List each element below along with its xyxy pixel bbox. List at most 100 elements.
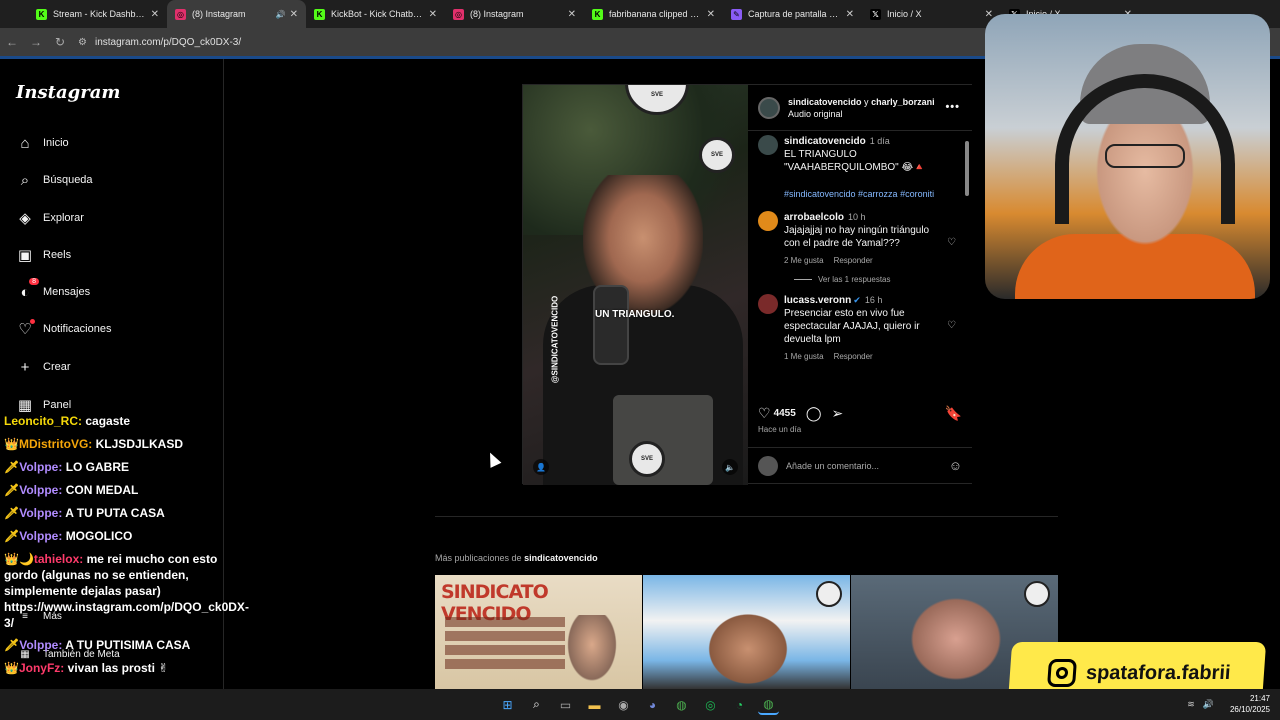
instagram-icon: ◎ (453, 8, 464, 20)
author-link[interactable]: sindicatovencido (788, 97, 862, 107)
sidebar-item-reels[interactable]: ▣ Reels (16, 246, 71, 264)
stamp-text-top: SVE (650, 92, 663, 98)
caption-user[interactable]: sindicatovencido (784, 136, 866, 147)
chat-badge: 🗡 (4, 529, 20, 543)
author-avatar[interactable] (758, 96, 780, 119)
browser-tab[interactable]: ✎ Captura de pantalla por L ✕ (723, 0, 862, 28)
view-replies-button[interactable]: Ver las 1 respuestas (794, 275, 958, 284)
whatsapp-icon[interactable]: ◔ (729, 694, 750, 715)
instagram-logo[interactable]: Instagram (16, 82, 120, 103)
sidebar-item-messenger[interactable]: ◐ 8 Mensajes (16, 278, 90, 301)
chat-username: JonyFz: (18, 661, 65, 675)
browser-tab[interactable]: K Stream - Kick Dashboard ✕ (28, 0, 167, 28)
comment-likes[interactable]: 1 Me gusta (784, 352, 824, 361)
close-tab-icon[interactable]: ✕ (846, 9, 854, 20)
volume-tray-icon[interactable]: 🔊 (1203, 699, 1214, 710)
search-icon[interactable]: ⌕ (526, 694, 547, 715)
caption-hashtags[interactable]: #sindicatovencido #carrozza #coroniti (784, 188, 944, 201)
comment-likes[interactable]: 2 Me gusta (784, 256, 824, 265)
more-post-thumb[interactable] (643, 575, 850, 689)
site-info-icon[interactable]: ⚙ (78, 37, 87, 48)
audio-label[interactable]: Audio original (788, 108, 935, 120)
file-explorer-icon[interactable]: ▬ (584, 694, 605, 715)
comment-like-icon[interactable]: ♡ (947, 320, 956, 331)
post-video[interactable]: SVE SVE SVE UN TRIANGULO. @SINDICATOVENC… (523, 85, 748, 485)
save-icon[interactable]: 🔖 (945, 405, 962, 422)
chat-message: 👑MDistritoVG: KLJSDJLKASD (4, 433, 226, 456)
comment-avatar[interactable] (758, 211, 778, 231)
back-icon[interactable]: ← (0, 35, 24, 49)
comment-input[interactable]: Añade un comentario... (786, 461, 949, 471)
close-tab-icon[interactable]: ✕ (707, 9, 715, 20)
comment-user[interactable]: arrobaelcolo (784, 212, 844, 223)
coauthor-link[interactable]: charly_borzani (871, 97, 935, 107)
chat-badge: 🗡 (4, 460, 20, 474)
sidebar-item-compass[interactable]: ◈ Explorar (16, 209, 84, 227)
reply-button[interactable]: Responder (834, 256, 873, 265)
wifi-icon[interactable]: ≋ (1187, 699, 1195, 710)
close-tab-icon[interactable]: ✕ (290, 9, 298, 20)
browser-tab[interactable]: ◎ (8) Instagram 🔊 ✕ (167, 0, 306, 28)
comments-scrollbar[interactable] (964, 131, 970, 393)
chat-badge: 👑 (4, 437, 19, 451)
reels-icon: ▣ (17, 247, 33, 264)
browser-tab[interactable]: ◎ (8) Instagram ✕ (445, 0, 584, 28)
comment-avatar[interactable] (758, 294, 778, 314)
chat-badge: 👑🌙 (4, 552, 34, 566)
chrome-icon[interactable]: ◍ (671, 694, 692, 715)
task-view-icon[interactable]: ▭ (555, 694, 576, 715)
home-icon: ⌂ (20, 134, 30, 152)
more-options-icon[interactable]: ••• (945, 101, 960, 113)
chat-badge: 🗡 (4, 638, 20, 652)
chrome-active-icon[interactable]: ◍ (758, 694, 779, 715)
browser-tab[interactable]: 𝕏Inicio / X✕ (862, 0, 1001, 28)
spotify-icon[interactable]: ◎ (700, 694, 721, 715)
close-tab-icon[interactable]: ✕ (568, 9, 576, 20)
chat-text: vivan las prosti ✌ (67, 661, 169, 675)
kick-icon: K (36, 8, 47, 20)
user-tag-icon[interactable]: 👤 (533, 459, 549, 475)
more-posts-user[interactable]: sindicatovencido (524, 553, 598, 563)
obs-icon[interactable]: ◉ (613, 694, 634, 715)
discord-icon[interactable]: ◕ (642, 694, 663, 715)
reload-icon[interactable]: ↻ (48, 35, 72, 49)
reply-button[interactable]: Responder (834, 352, 873, 361)
comment-like-icon[interactable]: ♡ (947, 237, 956, 248)
clock-time: 21:47 (1249, 694, 1270, 703)
like-icon[interactable]: ♡ (758, 405, 771, 422)
tab-audio-icon[interactable]: 🔊 (276, 10, 286, 19)
comment-time: 10 h (848, 212, 866, 222)
sidebar-item-plus[interactable]: + Crear (16, 358, 71, 376)
forward-icon[interactable]: → (24, 35, 48, 49)
like-count[interactable]: 4455 (774, 408, 796, 419)
close-tab-icon[interactable]: ✕ (151, 9, 159, 20)
more-post-thumb[interactable]: SINDICATO VENCIDO (435, 575, 642, 689)
comment-user[interactable]: lucass.veronn (784, 295, 851, 306)
unread-badge: 8 (29, 278, 39, 285)
scroll-thumb[interactable] (965, 141, 969, 196)
more-posts-title: Más publicaciones de sindicatovencido (435, 553, 598, 563)
url-field[interactable]: ⚙ instagram.com/p/DQO_ck0DX-3/ (78, 37, 241, 48)
taskbar-clock[interactable]: 21:47 26/10/2025 (1230, 693, 1270, 715)
close-tab-icon[interactable]: ✕ (429, 9, 437, 20)
browser-tab[interactable]: Kfabribanana clipped by Vo ✕ (584, 0, 723, 28)
comment-meta: 2 Me gusta Responder (784, 254, 944, 267)
kick-icon: K (592, 8, 603, 20)
instagram-icon: ◎ (175, 8, 186, 20)
emoji-icon[interactable]: ☺ (949, 458, 962, 473)
kick-icon: K (314, 8, 325, 20)
share-icon[interactable]: ➢ (831, 405, 843, 422)
comment-icon[interactable]: ◯ (806, 405, 822, 422)
browser-tab[interactable]: K KickBot - Kick Chatbot, Al ✕ (306, 0, 445, 28)
video-logo-bottom: SVE (629, 441, 665, 477)
windows-start-icon[interactable]: ⊞ (497, 694, 518, 715)
caption-avatar[interactable] (758, 135, 778, 155)
volume-icon[interactable]: 🔈 (722, 459, 738, 475)
sidebar-item-home[interactable]: ⌂ Inicio (16, 134, 68, 152)
sidebar-item-search[interactable]: ⌕ Búsqueda (16, 171, 93, 189)
stream-chat-overlay: Leoncito_RC: cagaste 👑MDistritoVG: KLJSDJ… (4, 410, 249, 680)
system-tray: ≋ 🔊 (1187, 699, 1214, 710)
comment: lucass.veronn ✔ 16 h Presenciar esto en viv… (758, 294, 958, 363)
sidebar-item-heart[interactable]: ♡ Notificaciones (16, 319, 111, 338)
chat-username: tahielox: (33, 552, 84, 566)
